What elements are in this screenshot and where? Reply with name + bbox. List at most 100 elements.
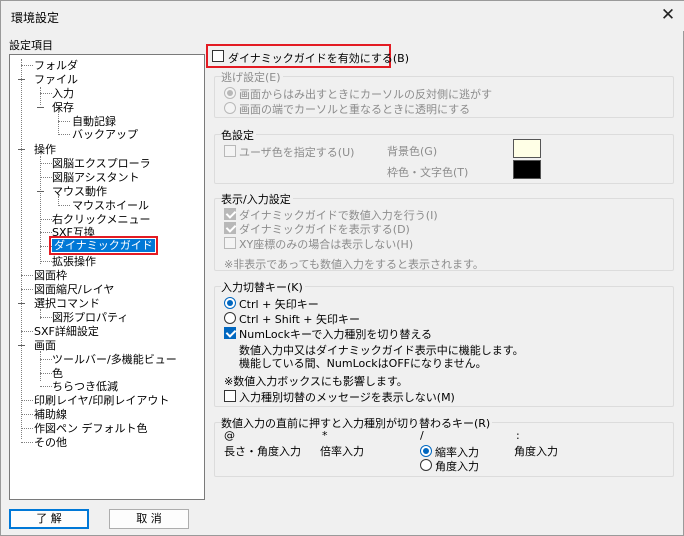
tree-item-save[interactable]: 保存: [52, 101, 74, 114]
window-title: 環境設定: [11, 11, 60, 25]
tree-item-scale-layer[interactable]: 図面縮尺/レイヤ: [34, 283, 114, 296]
tree-item-explorer[interactable]: 図脳エクスプローラ: [52, 157, 151, 170]
collapse-icon[interactable]: [18, 149, 25, 150]
prefix-key-colon: :: [516, 429, 520, 442]
prefix-key-title: 数値入力の直前に押すと入力種別が切り替わるキー(R): [221, 415, 493, 431]
tree-item-mousewheel[interactable]: マウスホイール: [72, 199, 149, 212]
tree-item-backup[interactable]: バックアップ: [72, 128, 138, 141]
tree-branch: [40, 386, 52, 387]
prefix-label-angle: 角度入力: [514, 445, 558, 458]
enable-checkbox[interactable]: [212, 50, 224, 62]
reduction-radio[interactable]: [420, 445, 432, 457]
prefix-key-slash: /: [420, 429, 424, 442]
bg-color-swatch[interactable]: [513, 139, 541, 158]
tree-branch: [21, 289, 33, 290]
tree-branch: [40, 261, 52, 262]
xy-only-label: XY座標のみの場合は表示しない(H): [239, 238, 414, 251]
tree-branch: [21, 428, 33, 429]
angle-radio[interactable]: [420, 459, 432, 471]
numlock-desc-2: 機能している間、NumLockはOFFになりません。: [239, 357, 487, 370]
tree-branch: [40, 219, 52, 220]
tree-branch: [21, 400, 33, 401]
hide-message-label: 入力種別切替のメッセージを表示しない(M): [239, 391, 455, 404]
show-guide-checkbox[interactable]: [224, 222, 236, 234]
tree-item-extended[interactable]: 拡張操作: [52, 255, 96, 268]
frame-color-swatch[interactable]: [513, 160, 541, 179]
tree-line: [40, 156, 41, 264]
tree-item-folder[interactable]: フォルダ: [34, 59, 78, 72]
tree-branch: [58, 205, 70, 206]
tree-branch: [21, 65, 33, 66]
tree-item-mouse[interactable]: マウス動作: [52, 185, 107, 198]
switch-key-title: 入力切替キー(K): [221, 279, 305, 295]
tree-item-rightclick[interactable]: 右クリックメニュー: [52, 213, 151, 226]
collapse-icon[interactable]: [37, 191, 44, 192]
tree-line: [40, 87, 41, 105]
ctrl-arrow-label: Ctrl + 矢印キー: [239, 298, 319, 311]
user-color-checkbox[interactable]: [224, 145, 236, 157]
tree-item-sxf-compat[interactable]: SXF互換: [52, 226, 95, 239]
numeric-input-checkbox[interactable]: [224, 208, 236, 220]
color-title: 色設定: [221, 127, 256, 143]
tree-branch: [40, 177, 52, 178]
tree-branch: [21, 331, 33, 332]
collapse-icon[interactable]: [37, 107, 44, 108]
numlock-label: NumLockキーで入力種別を切り替える: [239, 328, 433, 341]
prefix-key-at: @: [224, 429, 235, 442]
tree-item-frame[interactable]: 図面枠: [34, 269, 67, 282]
collapse-icon[interactable]: [18, 303, 25, 304]
tree-item-sxf-detail[interactable]: SXF詳細設定: [34, 325, 99, 338]
ok-button[interactable]: 了 解: [9, 509, 89, 529]
tree-branch: [40, 246, 52, 247]
tree-branch: [40, 359, 52, 360]
escape-radio-transparent[interactable]: [224, 102, 236, 114]
enable-label: ダイナミックガイドを有効にする(B): [228, 52, 410, 65]
tree-item-pen[interactable]: 作図ペン デフォルト色: [34, 422, 148, 435]
bg-color-label: 背景色(G): [387, 145, 438, 158]
ctrl-arrow-radio[interactable]: [224, 297, 236, 309]
tree-item-properties[interactable]: 図形プロパティ: [52, 311, 128, 324]
tree-item-color[interactable]: 色: [52, 367, 63, 380]
collapse-icon[interactable]: [18, 79, 25, 80]
tree-branch: [40, 373, 52, 374]
ctrl-shift-arrow-radio[interactable]: [224, 312, 236, 324]
prefix-label-length-angle: 長さ・角度入力: [224, 445, 301, 458]
tree-item-screen[interactable]: 画面: [34, 339, 56, 352]
collapse-icon[interactable]: [18, 345, 25, 346]
tree-item-select[interactable]: 選択コマンド: [34, 297, 100, 310]
settings-tree[interactable]: フォルダ ファイル 入力 保存 自動記録 バックアップ 操作 図脳エクスプローラ…: [9, 54, 205, 500]
title-bar: 環境設定 ✕: [1, 1, 684, 31]
tree-item-guideline[interactable]: 補助線: [34, 408, 67, 421]
tree-item-dynamic-guide[interactable]: ダイナミックガイド: [49, 236, 158, 255]
prefix-key-star: *: [322, 429, 328, 442]
tree-branch: [40, 93, 52, 94]
tree-item-toolbar[interactable]: ツールバー/多機能ビュー: [52, 353, 177, 366]
tree-item-print[interactable]: 印刷レイヤ/印刷レイアウト: [34, 394, 169, 407]
tree-item-file[interactable]: ファイル: [34, 73, 78, 86]
xy-only-checkbox[interactable]: [224, 237, 236, 249]
tree-item-input[interactable]: 入力: [52, 87, 74, 100]
tree-branch: [40, 317, 52, 318]
tree-item-flicker[interactable]: ちらつき低減: [52, 380, 118, 393]
ctrl-shift-arrow-label: Ctrl + Shift + 矢印キー: [239, 313, 360, 326]
tree-branch: [58, 134, 70, 135]
tree-item-operation[interactable]: 操作: [34, 143, 56, 156]
escape-radio-opposite[interactable]: [224, 87, 236, 99]
tree-branch: [21, 442, 33, 443]
tree-branch: [21, 414, 33, 415]
display-note: ※非表示であっても数値入力をすると表示されます。: [224, 258, 484, 271]
hide-message-checkbox[interactable]: [224, 390, 236, 402]
escape-option-opposite: 画面からはみ出すときにカーソルの反対側に逃がす: [239, 88, 492, 101]
tree-line: [58, 112, 59, 133]
escape-option-transparent: 画面の端でカーソルと重なるときに透明にする: [239, 103, 471, 116]
tree-branch: [58, 121, 70, 122]
tree-item-autosave[interactable]: 自動記録: [72, 115, 116, 128]
tree-branch: [40, 163, 52, 164]
cancel-button[interactable]: 取 消: [109, 509, 189, 529]
numlock-checkbox[interactable]: [224, 327, 236, 339]
close-icon[interactable]: ✕: [656, 4, 680, 26]
tree-line: [21, 59, 22, 439]
tree-item-other[interactable]: その他: [34, 436, 67, 449]
tree-item-assistant[interactable]: 図脳アシスタント: [52, 171, 140, 184]
frame-color-label: 枠色・文字色(T): [387, 166, 469, 179]
